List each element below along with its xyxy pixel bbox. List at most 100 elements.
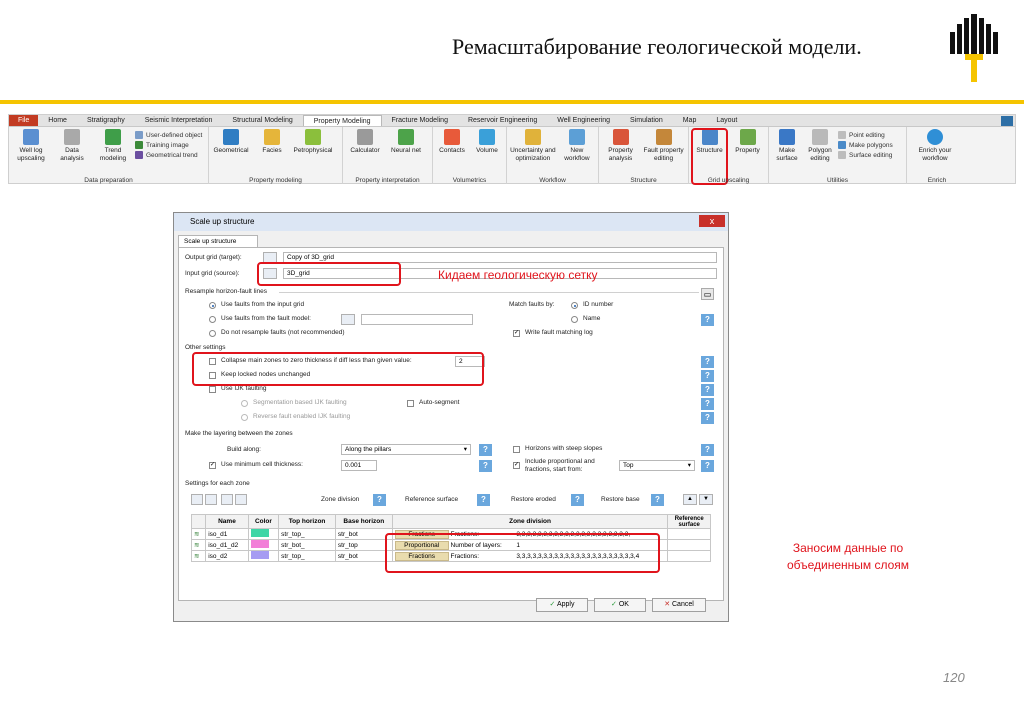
- page-icon[interactable]: ▭: [701, 288, 714, 300]
- help-icon[interactable]: [1001, 116, 1013, 126]
- tab-property-modeling[interactable]: Property Modeling: [302, 115, 382, 126]
- training-image-button[interactable]: Training image: [135, 141, 202, 149]
- data-analysis-button[interactable]: Data analysis: [53, 129, 91, 184]
- move-down-icon[interactable]: ▼: [699, 494, 713, 505]
- facies-button[interactable]: Facies: [253, 129, 291, 184]
- reference-surface-cell[interactable]: [667, 539, 711, 551]
- radio-faults-model[interactable]: [209, 316, 216, 323]
- move-up-icon[interactable]: ▲: [683, 494, 697, 505]
- structure-button[interactable]: Structure: [691, 128, 728, 185]
- tab-map[interactable]: Map: [673, 115, 707, 126]
- radio-faults-input[interactable]: [209, 302, 216, 309]
- top-horizon-cell[interactable]: str_bot_: [278, 539, 336, 551]
- fault-model-field[interactable]: [361, 314, 473, 325]
- surface-editing-button[interactable]: Surface editing: [838, 151, 893, 159]
- row-icon-cell[interactable]: ≋: [190, 528, 207, 540]
- help-icon[interactable]: ?: [701, 356, 714, 368]
- min-cell-field[interactable]: 0.001: [341, 460, 377, 471]
- property-button[interactable]: Property: [730, 129, 765, 184]
- tab-file[interactable]: File: [9, 115, 39, 126]
- top-horizon-cell[interactable]: str_top_: [278, 528, 336, 540]
- zone-name-cell[interactable]: iso_d1: [205, 528, 249, 540]
- zone-name-cell[interactable]: iso_d2: [205, 550, 249, 562]
- radio-no-resample[interactable]: [209, 330, 216, 337]
- arrow-icon[interactable]: [341, 314, 355, 325]
- base-horizon-cell[interactable]: str_bot: [334, 528, 393, 540]
- geometrical-button[interactable]: Geometrical: [212, 129, 250, 184]
- uncertainty-button[interactable]: Uncertainty and optimization: [510, 129, 556, 184]
- help-icon[interactable]: ?: [701, 460, 714, 472]
- tab-well[interactable]: Well Engineering: [547, 115, 620, 126]
- radio-rev-ijk[interactable]: [241, 414, 248, 421]
- help-icon[interactable]: ?: [477, 494, 490, 506]
- tab-layout[interactable]: Layout: [706, 115, 747, 126]
- reference-surface-cell[interactable]: [667, 528, 711, 540]
- zone-color-cell[interactable]: [247, 539, 280, 551]
- write-fault-checkbox[interactable]: ✓: [513, 330, 520, 337]
- table-tool-icon[interactable]: [205, 494, 217, 505]
- tab-reservoir[interactable]: Reservoir Engineering: [458, 115, 547, 126]
- volume-button[interactable]: Volume: [471, 129, 503, 184]
- table-tool-icon[interactable]: [235, 494, 247, 505]
- point-editing-button[interactable]: Point editing: [838, 131, 893, 139]
- help-icon[interactable]: ?: [651, 494, 664, 506]
- row-icon-cell[interactable]: ≋: [190, 539, 207, 551]
- zone-color-swatch[interactable]: [250, 551, 269, 559]
- tab-fracture[interactable]: Fracture Modeling: [382, 115, 458, 126]
- help-icon[interactable]: ?: [701, 370, 714, 382]
- zone-color-cell[interactable]: [247, 528, 280, 540]
- radio-match-name[interactable]: [571, 316, 578, 323]
- table-tool-icon[interactable]: [221, 494, 233, 505]
- radio-match-id[interactable]: [571, 302, 578, 309]
- help-icon[interactable]: ?: [701, 444, 714, 456]
- top-horizon-cell[interactable]: str_top_: [278, 550, 336, 562]
- help-icon[interactable]: ?: [701, 412, 714, 424]
- tab-simulation[interactable]: Simulation: [620, 115, 673, 126]
- petrophysical-button[interactable]: Petrophysical: [293, 129, 333, 184]
- help-icon[interactable]: ?: [373, 494, 386, 506]
- geometrical-trend-button[interactable]: Geometrical trend: [135, 151, 202, 159]
- zone-name-cell[interactable]: iso_d1_d2: [205, 539, 249, 551]
- base-horizon-cell[interactable]: str_top: [334, 539, 393, 551]
- close-button[interactable]: x: [699, 215, 725, 227]
- start-from-select[interactable]: Top ▾: [619, 460, 695, 471]
- trend-modeling-button[interactable]: Trend modeling: [94, 129, 132, 184]
- base-horizon-cell[interactable]: str_bot: [334, 550, 393, 562]
- tab-structural[interactable]: Structural Modeling: [222, 115, 302, 126]
- table-tool-icon[interactable]: [191, 494, 203, 505]
- zone-color-swatch[interactable]: [250, 540, 269, 548]
- fault-property-button[interactable]: Fault property editing: [642, 129, 685, 184]
- apply-button[interactable]: ✓ Apply: [536, 598, 588, 612]
- user-defined-object-button[interactable]: User-defined object: [135, 131, 202, 139]
- neural-net-button[interactable]: Neural net: [387, 129, 425, 184]
- zone-color-cell[interactable]: [247, 550, 280, 562]
- use-ijk-checkbox[interactable]: [209, 386, 216, 393]
- help-icon[interactable]: ?: [479, 460, 492, 472]
- radio-seg-ijk[interactable]: [241, 400, 248, 407]
- ok-button[interactable]: ✓ OK: [594, 598, 646, 612]
- help-icon[interactable]: ?: [479, 444, 492, 456]
- well-log-upscaling-button[interactable]: Well log upscaling: [12, 129, 50, 184]
- auto-segment-checkbox[interactable]: [407, 400, 414, 407]
- polygon-editing-button[interactable]: Polygon editing: [805, 129, 835, 184]
- tab-home[interactable]: Home: [38, 115, 77, 126]
- calculator-button[interactable]: Calculator: [346, 129, 384, 184]
- include-prop-checkbox[interactable]: ✓: [513, 462, 520, 469]
- enrich-workflow-button[interactable]: Enrich your workflow: [910, 129, 960, 184]
- horizons-steep-checkbox[interactable]: [513, 446, 520, 453]
- row-icon-cell[interactable]: ≋: [190, 550, 207, 562]
- make-surface-button[interactable]: Make surface: [772, 129, 802, 184]
- tab-stratigraphy[interactable]: Stratigraphy: [77, 115, 135, 126]
- tab-seismic[interactable]: Seismic Interpretation: [135, 115, 223, 126]
- build-along-select[interactable]: Along the pillars ▾: [341, 444, 471, 455]
- help-icon[interactable]: ?: [701, 314, 714, 326]
- cancel-button[interactable]: ✕ Cancel: [652, 598, 706, 612]
- make-polygons-button[interactable]: Make polygons: [838, 141, 893, 149]
- zone-color-swatch[interactable]: [250, 529, 269, 537]
- help-icon[interactable]: ?: [701, 384, 714, 396]
- help-icon[interactable]: ?: [701, 398, 714, 410]
- reference-surface-cell[interactable]: [667, 550, 711, 562]
- contacts-button[interactable]: Contacts: [436, 129, 468, 184]
- new-workflow-button[interactable]: New workflow: [559, 129, 595, 184]
- help-icon[interactable]: ?: [571, 494, 584, 506]
